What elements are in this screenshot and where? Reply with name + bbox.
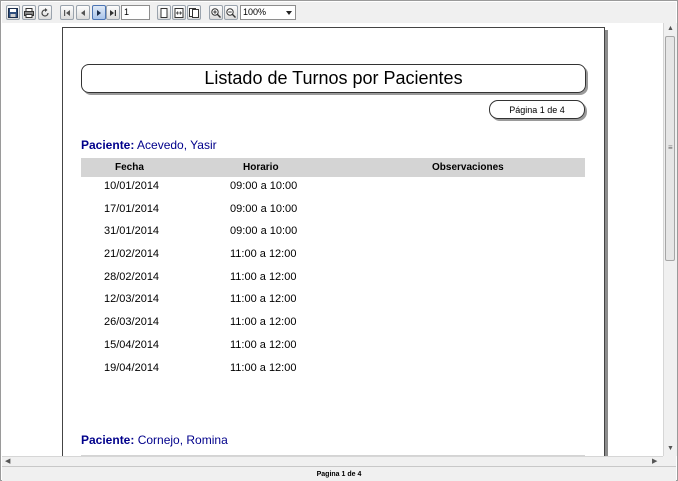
report-viewport[interactable]: Listado de Turnos por Pacientes Página 1… [2, 23, 663, 456]
last-page-icon[interactable] [106, 5, 120, 20]
cell-horario: 09:00 a 10:00 [230, 225, 298, 237]
table-header: Fecha Horario Observaciones [81, 158, 585, 177]
save-icon[interactable] [6, 5, 20, 20]
patient-label: Paciente: [81, 138, 135, 152]
table-row: 10/01/2014 09:00 a 10:00 [81, 180, 585, 194]
cell-fecha: 19/04/2014 [104, 362, 160, 374]
table-row: 31/01/2014 09:00 a 10:00 [81, 225, 585, 239]
table-row: 28/02/2014 11:00 a 12:00 [81, 271, 585, 285]
table-row: 21/02/2014 11:00 a 12:00 [81, 248, 585, 262]
scroll-right-icon[interactable]: ▶ [652, 457, 657, 465]
fit-width-icon[interactable] [172, 5, 186, 20]
cell-horario: 11:00 a 12:00 [230, 271, 297, 283]
cell-fecha: 17/01/2014 [104, 203, 160, 215]
zoom-value: 100% [243, 7, 267, 17]
report-viewer-window: 1 100% Listado de Turnos por Pacientes P… [0, 0, 678, 481]
print-icon[interactable] [22, 5, 36, 20]
next-page-icon[interactable] [92, 5, 106, 20]
report-title: Listado de Turnos por Pacientes [81, 64, 586, 93]
column-header-horario: Horario [243, 162, 279, 173]
cell-horario: 11:00 a 12:00 [230, 362, 297, 374]
cell-horario: 09:00 a 10:00 [230, 180, 298, 192]
prev-page-icon[interactable] [76, 5, 90, 20]
grip-icon: ≡ [668, 143, 673, 152]
refresh-icon[interactable] [38, 5, 52, 20]
toolbar: 1 100% [2, 2, 676, 24]
cell-fecha: 10/01/2014 [104, 180, 160, 192]
cell-fecha: 12/03/2014 [104, 293, 160, 305]
cell-horario: 11:00 a 12:00 [230, 293, 297, 305]
cell-fecha: 26/03/2014 [104, 316, 160, 328]
cell-fecha: 28/02/2014 [104, 271, 160, 283]
cell-horario: 11:00 a 12:00 [230, 339, 297, 351]
table-row: 26/03/2014 11:00 a 12:00 [81, 316, 585, 330]
column-header-observaciones: Observaciones [432, 162, 504, 173]
page-indicator: Página 1 de 4 [489, 100, 585, 119]
report-page: Listado de Turnos por Pacientes Página 1… [62, 27, 605, 456]
chevron-down-icon [286, 11, 292, 15]
cell-fecha: 21/02/2014 [104, 248, 160, 260]
vertical-scrollbar[interactable]: ▲ ≡ ▼ [663, 23, 677, 456]
cell-horario: 09:00 a 10:00 [230, 203, 298, 215]
table-row: 19/04/2014 11:00 a 12:00 [81, 362, 585, 376]
cell-horario: 11:00 a 12:00 [230, 248, 297, 260]
zoom-out-icon[interactable] [224, 5, 238, 20]
vertical-scroll-thumb[interactable]: ≡ [665, 36, 675, 261]
status-page-text: Pagina 1 de 4 [316, 470, 362, 478]
patient-header: Paciente: Acevedo, Yasir [81, 138, 217, 152]
cell-fecha: 31/01/2014 [104, 225, 160, 237]
patient-name: Acevedo, Yasir [137, 138, 217, 152]
page-number-input[interactable]: 1 [121, 5, 150, 20]
scrollbar-corner [663, 456, 676, 466]
patient-label: Paciente: [81, 433, 135, 447]
cell-fecha: 15/04/2014 [104, 339, 160, 351]
scroll-down-icon[interactable]: ▼ [667, 445, 674, 452]
table-row: 12/03/2014 11:00 a 12:00 [81, 293, 585, 307]
status-bar: Pagina 1 de 4 [2, 466, 676, 481]
table-row: 15/04/2014 11:00 a 12:00 [81, 339, 585, 353]
table-row: 17/01/2014 09:00 a 10:00 [81, 203, 585, 217]
patient-name: Cornejo, Romina [137, 433, 228, 447]
zoom-in-icon[interactable] [209, 5, 223, 20]
patient-header: Paciente: Cornejo, Romina [81, 433, 228, 447]
single-page-icon[interactable] [157, 5, 171, 20]
column-header-fecha: Fecha [115, 162, 144, 173]
scroll-up-icon[interactable]: ▲ [667, 25, 674, 32]
multi-page-icon[interactable] [187, 5, 201, 20]
cell-horario: 11:00 a 12:00 [230, 316, 297, 328]
first-page-icon[interactable] [60, 5, 74, 20]
zoom-select[interactable]: 100% [240, 5, 296, 20]
scroll-left-icon[interactable]: ◀ [5, 457, 10, 465]
